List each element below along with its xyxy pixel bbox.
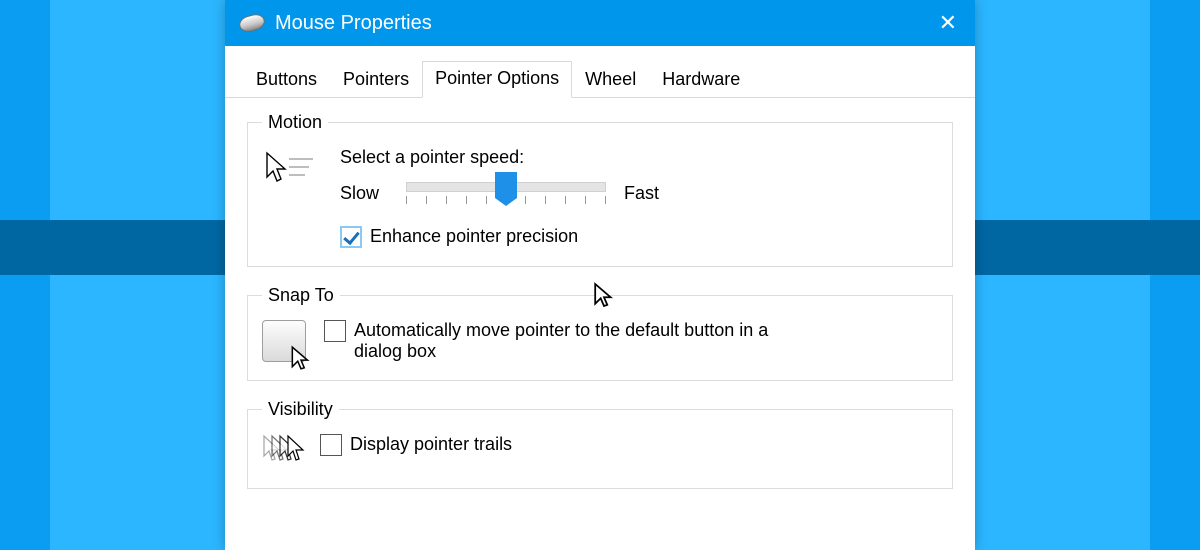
tab-pointers[interactable]: Pointers [330,62,422,98]
pointer-speed-label: Select a pointer speed: [340,147,938,168]
group-snap-to: Snap To Automatically move pointer to th… [247,285,953,381]
slider-slow-label: Slow [340,183,388,204]
pointer-speed-icon [262,147,320,248]
close-icon: ✕ [939,10,957,36]
pointer-trails-icon [262,434,320,470]
mouse-properties-window: Mouse Properties ✕ Buttons Pointers Poin… [225,0,975,550]
tab-wheel[interactable]: Wheel [572,62,649,98]
group-snap-to-legend: Snap To [262,285,340,306]
slider-thumb[interactable] [495,172,517,198]
close-button[interactable]: ✕ [939,0,957,46]
titlebar[interactable]: Mouse Properties ✕ [225,0,975,46]
tab-hardware[interactable]: Hardware [649,62,753,98]
window-title: Mouse Properties [275,12,432,35]
pointer-speed-slider[interactable] [406,174,606,212]
enhance-precision-label: Enhance pointer precision [370,226,578,247]
mouse-icon [237,12,266,34]
snap-to-checkbox[interactable] [324,320,346,342]
snap-to-icon [262,320,306,362]
slider-fast-label: Fast [624,183,672,204]
pointer-trails-label: Display pointer trails [350,434,512,455]
tab-strip: Buttons Pointers Pointer Options Wheel H… [225,46,975,98]
group-motion-legend: Motion [262,112,328,133]
tab-pointer-options[interactable]: Pointer Options [422,61,572,98]
group-visibility-legend: Visibility [262,399,339,420]
group-motion: Motion Select a poin [247,112,953,267]
tab-buttons[interactable]: Buttons [243,62,330,98]
group-visibility: Visibility Display pointer trails [247,399,953,489]
snap-to-label: Automatically move pointer to the defaul… [354,320,814,362]
enhance-precision-checkbox[interactable] [340,226,362,248]
pointer-trails-checkbox[interactable] [320,434,342,456]
